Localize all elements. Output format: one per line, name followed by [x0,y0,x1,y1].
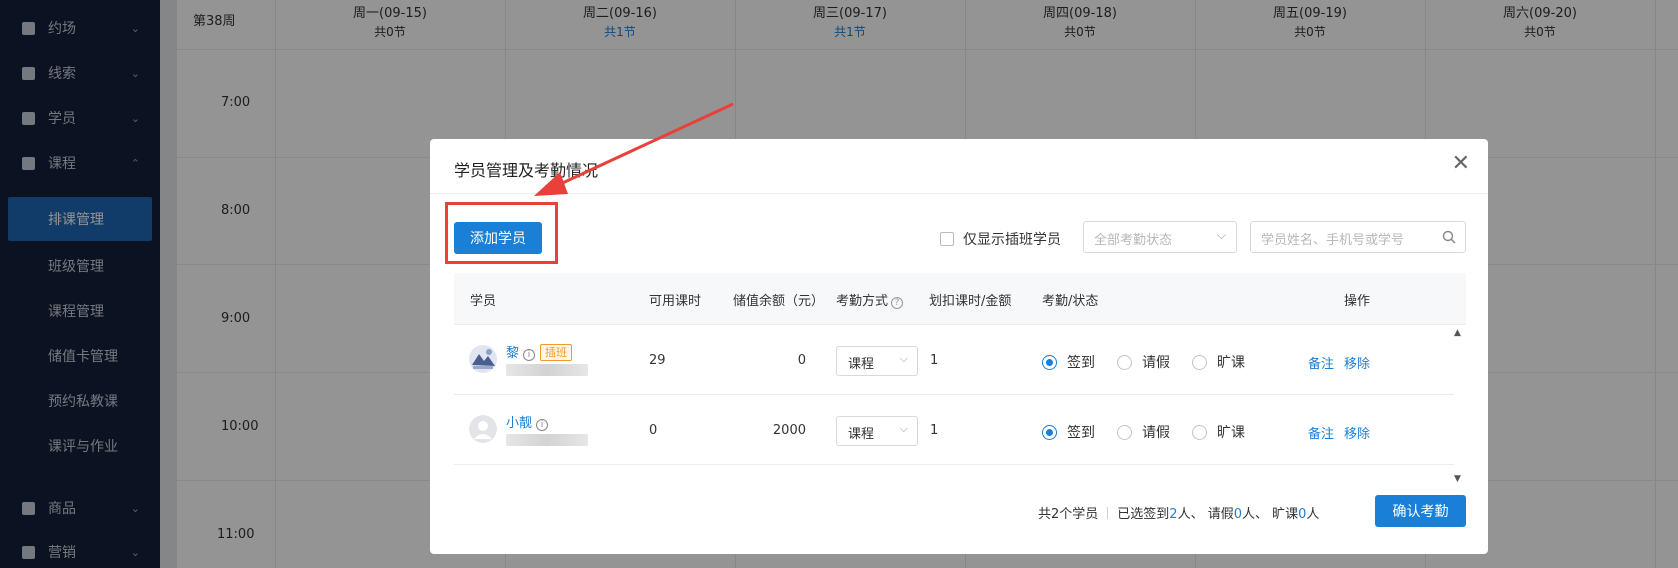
radio-icon[interactable] [1117,354,1132,370]
total-students: 共2个学员 [1038,507,1099,522]
avatar [469,345,497,373]
checkbox-icon[interactable] [940,232,954,246]
insert-class-badge: 插班 [540,344,573,361]
attendance-radio-group: 签到 请假 旷课 [1042,352,1267,372]
student-name[interactable]: 小靓 [506,416,532,431]
only-insert-label: 仅显示插班学员 [963,232,1061,248]
radio-label: 请假 [1142,355,1170,371]
column-header-deduct: 划扣课时/金额 [929,294,1012,309]
info-icon[interactable]: i [536,419,549,431]
info-icon[interactable]: i [523,349,536,361]
column-header-method-label: 考勤方式 [836,294,889,309]
radio-absent[interactable]: 旷课 [1192,352,1245,372]
remove-link[interactable]: 移除 [1344,353,1370,372]
summary-text: 人 [1306,507,1320,522]
scroll-down-arrow-icon[interactable]: ▼ [1454,474,1461,484]
attendance-status-select[interactable]: 全部考勤状态 ⌵ [1083,221,1237,253]
masked-phone [506,364,588,376]
column-header-method: 考勤方式? [836,290,904,309]
radio-label: 签到 [1067,425,1095,441]
add-student-button[interactable]: 添加学员 [454,222,542,254]
student-name-link[interactable]: 小靓 i [506,412,549,431]
attendance-summary: 共2个学员 已选签到2人、 请假0人、 旷课0人 [1038,503,1319,522]
column-header-balance: 储值余额（元） [733,294,825,309]
summary-text: 人、 请假 [1177,507,1234,522]
column-header-hours: 可用课时 [649,294,702,309]
avatar [469,415,497,443]
balance-value: 2000 [772,423,806,438]
radio-selected-icon[interactable] [1042,354,1057,370]
chevron-down-icon: ⌵ [899,422,908,435]
note-link[interactable]: 备注 [1308,423,1334,442]
attend-method-value: 课程 [848,357,875,372]
table-row: 黎 i 插班 29 0 课程 ⌵ 1 签到 请假 旷课 备注 移除 [454,326,1454,395]
student-name-link[interactable]: 黎 i 插班 [506,342,573,361]
radio-icon[interactable] [1192,354,1207,370]
radio-icon[interactable] [1192,424,1207,440]
radio-icon[interactable] [1117,424,1132,440]
modal-title: 学员管理及考勤情况 [454,161,599,180]
student-search-input[interactable]: 学员姓名、手机号或学号 [1250,221,1466,253]
column-header-ops: 操作 [1344,294,1371,309]
column-header-status: 考勤/状态 [1042,294,1099,309]
deduct-value: 1 [930,353,939,368]
remove-link[interactable]: 移除 [1344,423,1370,442]
search-icon[interactable] [1442,230,1456,244]
modal-divider [430,193,1488,194]
confirm-attendance-button[interactable]: 确认考勤 [1375,495,1466,527]
close-icon[interactable]: ✕ [1452,153,1470,175]
only-insert-filter[interactable]: 仅显示插班学员 [940,229,1061,249]
radio-absent[interactable]: 旷课 [1192,422,1245,442]
radio-leave[interactable]: 请假 [1117,352,1170,372]
attend-method-value: 课程 [848,427,875,442]
scroll-up-arrow-icon[interactable]: ▲ [1454,328,1461,338]
radio-label: 旷课 [1217,425,1245,441]
available-hours-value: 29 [649,353,666,368]
attend-method-select[interactable]: 课程 ⌵ [836,346,918,376]
deduct-value: 1 [930,423,939,438]
attendance-radio-group: 签到 请假 旷课 [1042,422,1267,442]
attendance-modal: 学员管理及考勤情况 ✕ 添加学员 仅显示插班学员 全部考勤状态 ⌵ 学员姓名、手… [430,139,1488,554]
signed-count: 2 [1169,507,1178,522]
radio-sign-in[interactable]: 签到 [1042,422,1095,442]
chevron-down-icon: ⌵ [1216,228,1226,242]
available-hours-value: 0 [649,423,658,438]
chevron-down-icon: ⌵ [899,352,908,365]
search-placeholder: 学员姓名、手机号或学号 [1261,233,1405,248]
table-header: 学员 可用课时 储值余额（元） 考勤方式? 划扣课时/金额 考勤/状态 操作 [454,273,1466,325]
radio-selected-icon[interactable] [1042,424,1057,440]
leave-count: 0 [1233,507,1242,522]
balance-value: 0 [797,353,806,368]
note-link[interactable]: 备注 [1308,353,1334,372]
attend-method-select[interactable]: 课程 ⌵ [836,416,918,446]
divider [1107,507,1109,519]
masked-phone [506,434,588,446]
column-header-student: 学员 [470,294,497,309]
summary-text: 已选签到 [1117,507,1170,522]
help-icon[interactable]: ? [891,297,904,309]
summary-text: 人、 旷课 [1242,507,1299,522]
radio-label: 旷课 [1217,355,1245,371]
radio-leave[interactable]: 请假 [1117,422,1170,442]
radio-label: 请假 [1142,425,1170,441]
table-row: 小靓 i 0 2000 课程 ⌵ 1 签到 请假 旷课 备注 移除 [454,396,1454,465]
select-placeholder: 全部考勤状态 [1094,233,1173,248]
radio-sign-in[interactable]: 签到 [1042,352,1095,372]
radio-label: 签到 [1067,355,1095,371]
student-name[interactable]: 黎 [506,346,519,361]
